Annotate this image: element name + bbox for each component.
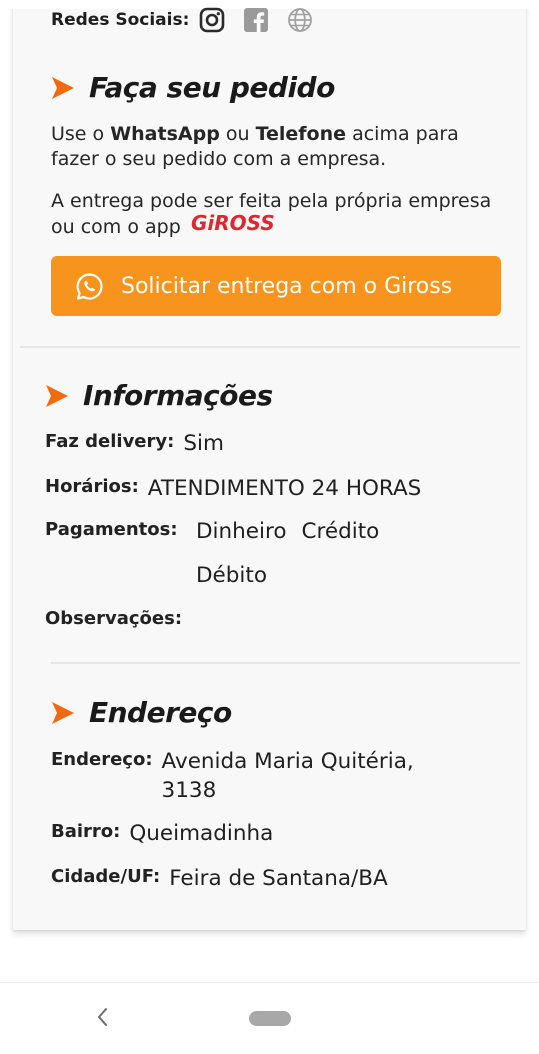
social-links-row: Redes Sociais:	[51, 6, 330, 34]
delivery-row: Faz delivery: Sim	[45, 429, 224, 458]
payments-label: Pagamentos:	[45, 519, 178, 540]
delivery-info-text: A entrega pode ser feita pela própria em…	[51, 189, 511, 241]
social-label: Redes Sociais:	[51, 10, 190, 30]
hours-label: Horários:	[45, 476, 139, 497]
home-pill-button[interactable]	[249, 1011, 291, 1026]
district-value: Queimadinha	[129, 821, 274, 846]
whatsapp-icon	[75, 272, 104, 301]
order-section-title: Faça seu pedido	[89, 71, 335, 104]
request-delivery-button[interactable]: Solicitar entrega com o Giross	[51, 256, 501, 316]
order-section-header: Faça seu pedido	[51, 71, 335, 104]
district-label: Bairro:	[51, 821, 121, 842]
street-value: Avenida Maria Quitéria, 3138	[161, 749, 414, 803]
order-text-part: ou	[219, 123, 256, 145]
district-row: Bairro: Queimadinha	[51, 819, 273, 848]
payment-method: Débito	[196, 563, 267, 588]
address-section-header: Endereço	[51, 696, 232, 729]
info-section-header: Informações	[45, 379, 273, 412]
chevron-right-icon	[52, 701, 74, 724]
street-label: Endereço:	[51, 749, 153, 770]
section-divider	[51, 662, 520, 664]
delivery-value: Sim	[183, 431, 224, 456]
address-section-title: Endereço	[89, 696, 232, 729]
order-text-part: Use o	[51, 123, 111, 145]
hours-row: Horários: ATENDIMENTO 24 HORAS	[45, 474, 421, 503]
street-row: Endereço: Avenida Maria Quitéria, 3138	[51, 747, 462, 805]
order-instructions: Use o WhatsApp ou Telefone acima para fa…	[51, 122, 511, 172]
request-delivery-label: Solicitar entrega com o Giross	[121, 273, 453, 299]
payment-method: Dinheiro	[196, 519, 287, 544]
facebook-icon[interactable]	[242, 6, 270, 34]
payments-row: Pagamentos:	[45, 517, 178, 540]
phone-keyword: Telefone	[255, 123, 347, 145]
payment-method: Crédito	[301, 519, 380, 544]
section-divider	[20, 346, 520, 348]
info-section-title: Informações	[83, 379, 273, 412]
chevron-right-icon	[46, 384, 68, 407]
back-icon[interactable]	[94, 1005, 110, 1029]
giross-logo-text: GiROSS	[191, 211, 275, 234]
giross-logo: GiROSS	[190, 210, 284, 241]
globe-icon[interactable]	[286, 6, 314, 34]
chevron-right-icon	[52, 76, 74, 99]
hours-value: ATENDIMENTO 24 HORAS	[147, 476, 422, 501]
city-row: Cidade/UF: Feira de Santana/BA	[51, 864, 388, 893]
delivery-label: Faz delivery:	[45, 431, 175, 452]
whatsapp-keyword: WhatsApp	[110, 123, 220, 145]
system-navigation-bar	[0, 982, 539, 1054]
instagram-icon[interactable]	[198, 6, 226, 34]
notes-label: Observações:	[45, 608, 183, 629]
payment-methods: Dinheiro Crédito Débito	[196, 517, 426, 605]
city-value: Feira de Santana/BA	[169, 866, 388, 891]
city-label: Cidade/UF:	[51, 866, 161, 887]
notes-row: Observações:	[45, 606, 182, 629]
